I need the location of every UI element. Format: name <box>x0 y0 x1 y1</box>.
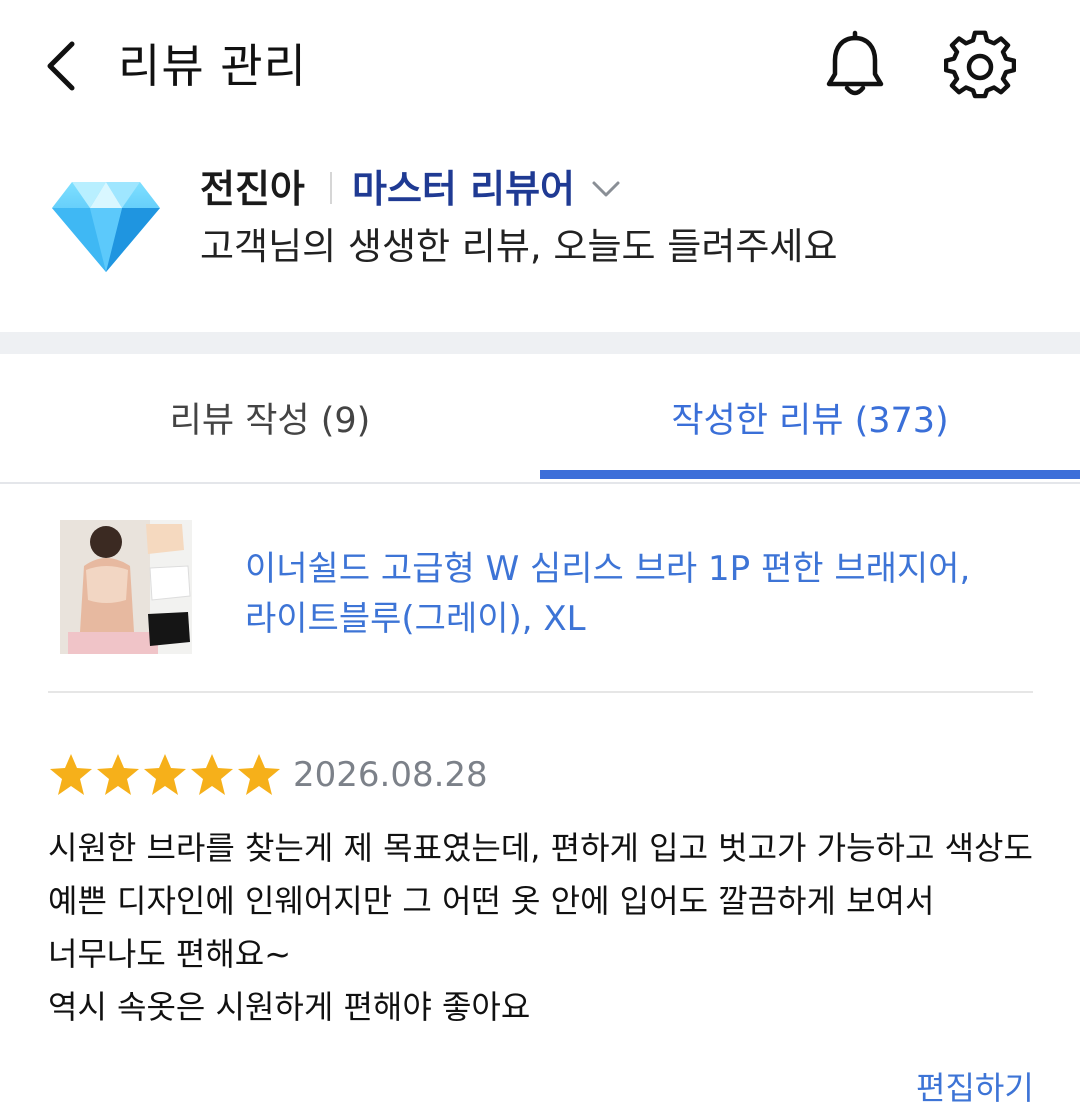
settings-button[interactable] <box>943 30 1017 102</box>
review-line: 시원한 브라를 찾는게 제 목표였는데, 편하게 입고 벗고가 가능하고 색상도 <box>48 829 1033 867</box>
product-thumbnail[interactable] <box>60 520 192 654</box>
edit-review-button[interactable]: 편집하기 <box>916 1068 1034 1108</box>
product-name-link[interactable]: 이너쉴드 고급형 W 심리스 브라 1P 편한 브래지어, 라이트블루(그레이)… <box>245 544 1045 644</box>
review-line: 예쁜 디자인에 인웨어지만 그 어떤 옷 안에 입어도 깔끔하게 보여서 <box>48 882 935 920</box>
star-rating <box>48 750 283 800</box>
top-bar: 리뷰 관리 <box>0 0 1080 132</box>
star-icon <box>50 754 92 795</box>
star-icon <box>97 754 139 795</box>
page-title: 리뷰 관리 <box>118 39 307 93</box>
reviewer-grade-dropdown[interactable]: 마스터 리뷰어 <box>352 164 621 214</box>
section-divider <box>0 332 1080 354</box>
product-divider <box>48 691 1033 693</box>
chevron-left-icon <box>47 41 75 91</box>
star-icon <box>144 754 186 795</box>
active-tab-indicator <box>540 470 1080 479</box>
reviewer-grade-label: 마스터 리뷰어 <box>352 167 575 211</box>
review-text: 시원한 브라를 찾는게 제 목표였는데, 편하게 입고 벗고가 가능하고 색상도… <box>48 822 1058 1034</box>
profile-subtitle: 고객님의 생생한 리뷰, 오늘도 들려주세요 <box>200 225 838 268</box>
star-icon <box>191 754 233 795</box>
back-button[interactable] <box>40 38 90 94</box>
tab-write-review[interactable]: 리뷰 작성 (9) <box>0 354 540 480</box>
name-separator <box>330 172 332 204</box>
bell-icon <box>826 30 884 96</box>
gear-icon <box>943 30 1017 99</box>
review-line: 역시 속옷은 시원하게 편해야 좋아요 <box>48 988 531 1026</box>
review-date: 2026.08.28 <box>293 755 488 795</box>
star-icon <box>238 754 280 795</box>
profile-name: 전진아 <box>200 167 305 211</box>
notifications-button[interactable] <box>822 30 888 100</box>
tab-written-reviews[interactable]: 작성한 리뷰 (373) <box>540 354 1080 480</box>
chevron-down-icon <box>592 181 620 197</box>
review-tabs: 리뷰 작성 (9) 작성한 리뷰 (373) <box>0 354 1080 484</box>
product-name-line1: 이너쉴드 고급형 W 심리스 브라 1P 편한 브래지어, <box>245 549 971 589</box>
diamond-icon <box>52 182 160 272</box>
product-name-line2: 라이트블루(그레이), XL <box>245 599 586 639</box>
review-line: 너무나도 편해요~ <box>48 935 292 973</box>
